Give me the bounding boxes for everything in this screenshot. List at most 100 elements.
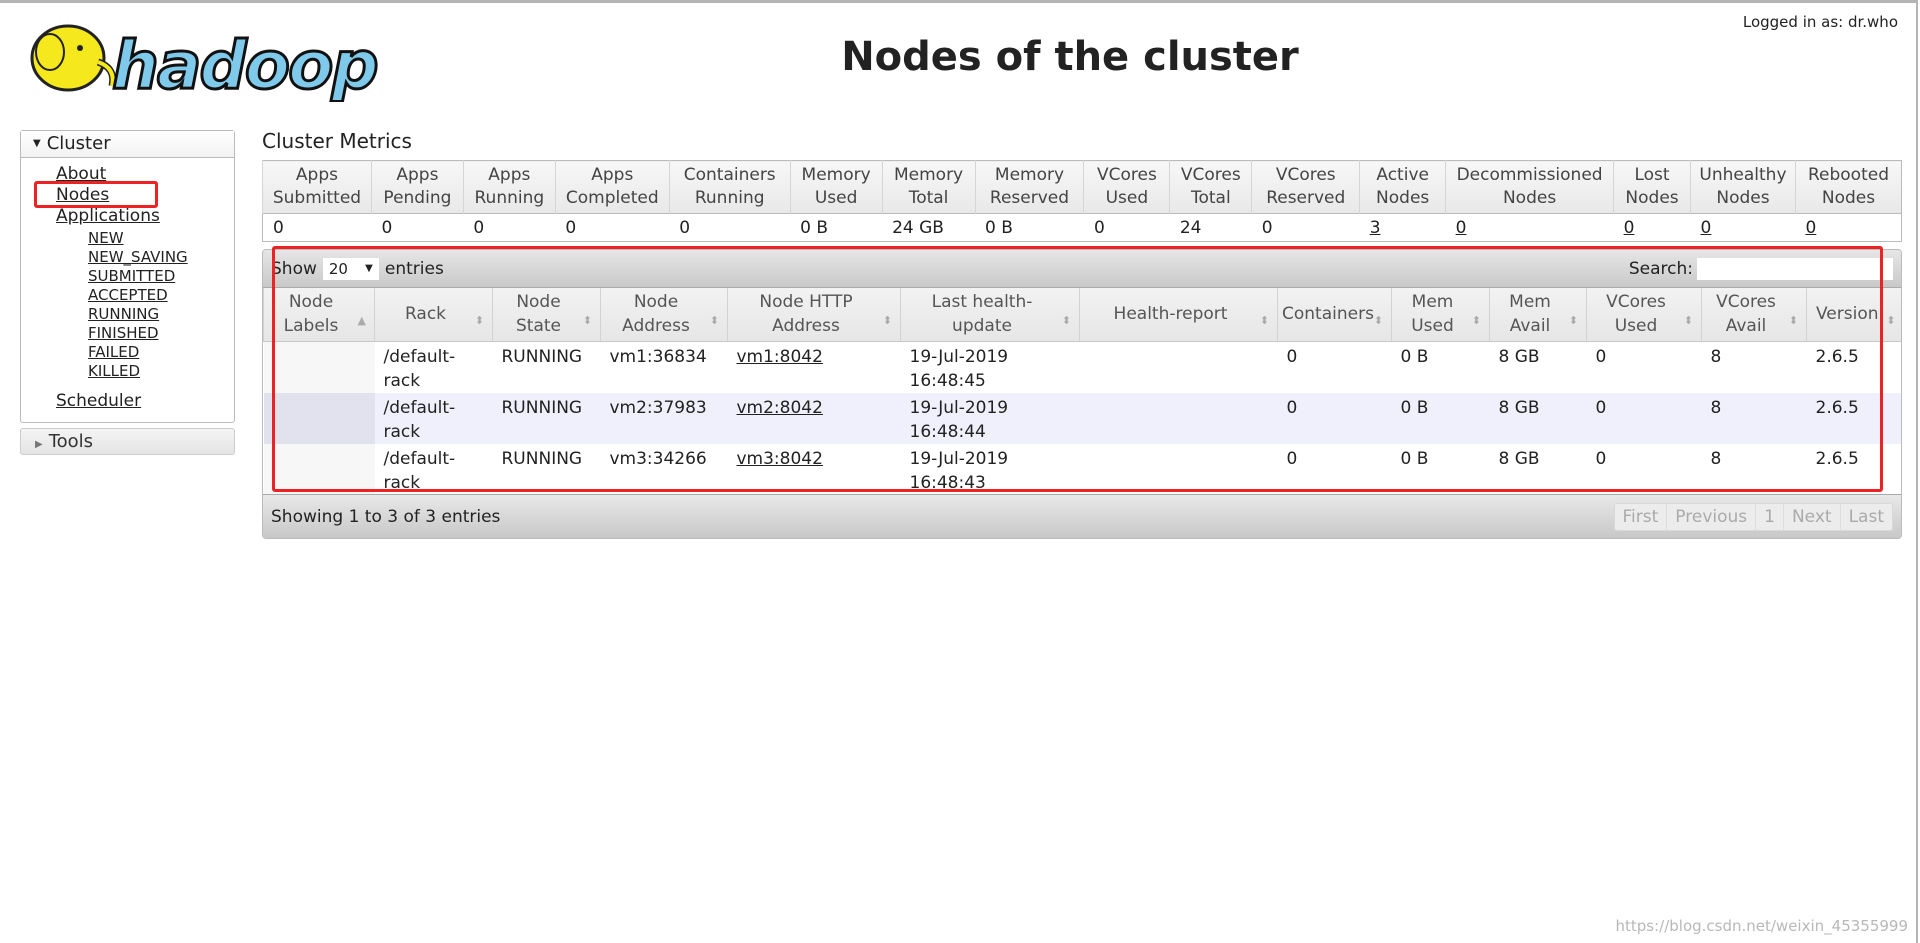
watermark: https://blog.csdn.net/weixin_45355999	[1615, 917, 1908, 935]
table-info: Showing 1 to 3 of 3 entries	[271, 506, 501, 527]
metrics-value[interactable]: 3	[1359, 213, 1446, 242]
metrics-value: 0	[262, 213, 372, 242]
sort-icon: ⬍	[1471, 313, 1481, 327]
metrics-value: 24 GB	[882, 213, 976, 242]
sort-icon: ⬍	[1683, 313, 1693, 327]
node-http-link[interactable]: vm2:8042	[737, 398, 823, 418]
logged-in-user: Logged in as: dr.who	[1742, 13, 1898, 31]
column-header[interactable]: Node HTTP Address ⬍	[727, 288, 901, 342]
column-header[interactable]: Containers ⬍	[1277, 288, 1392, 342]
metrics-row: 000000 B 24 GB 0 B 0 24 0 3 0 0 0 0	[262, 213, 1902, 242]
nav-nodes[interactable]: Nodes	[56, 185, 109, 205]
cell-address: vm2:37983	[600, 392, 728, 444]
metrics-header: Active Nodes	[1359, 160, 1446, 214]
cell-rack: /default-rack	[374, 443, 493, 495]
nav-app-new-saving[interactable]: NEW_SAVING	[88, 248, 188, 266]
pager-first[interactable]: First	[1615, 504, 1667, 530]
metrics-link[interactable]: 0	[1701, 218, 1712, 238]
nav-about[interactable]: About	[56, 164, 106, 184]
metrics-header: Apps Completed	[554, 160, 670, 214]
cell-labels	[263, 392, 375, 444]
metrics-link[interactable]: 0	[1624, 218, 1635, 238]
caret-right-icon: ▶	[35, 439, 43, 450]
column-header[interactable]: VCores Avail ⬍	[1701, 288, 1807, 342]
metrics-value[interactable]: 0	[1613, 213, 1691, 242]
table-row: /default-rack RUNNING vm2:37983 vm2:8042 19-…	[263, 392, 1901, 444]
cluster-metrics-heading: Cluster Metrics	[262, 129, 412, 153]
cell-vcores-avail: 8	[1701, 341, 1807, 393]
metrics-header: Apps Running	[462, 160, 556, 214]
metrics-header: Memory Reserved	[974, 160, 1084, 214]
cell-containers: 0	[1277, 341, 1392, 393]
column-header[interactable]: VCores Used ⬍	[1586, 288, 1702, 342]
node-http-link[interactable]: vm1:8042	[737, 347, 823, 367]
metrics-value[interactable]: 0	[1690, 213, 1796, 242]
nav-app-failed[interactable]: FAILED	[88, 343, 139, 361]
metrics-value: 0	[1083, 213, 1170, 242]
metrics-value: 0 B	[790, 213, 883, 242]
metrics-link[interactable]: 0	[1805, 218, 1816, 238]
cell-version: 2.6.5	[1806, 392, 1901, 444]
nav-app-accepted[interactable]: ACCEPTED	[88, 286, 168, 304]
nav-app-finished[interactable]: FINISHED	[88, 324, 159, 342]
column-header[interactable]: Rack ⬍	[374, 288, 493, 342]
cell-labels	[263, 443, 375, 495]
column-header[interactable]: Last health-update ⬍	[900, 288, 1080, 342]
column-header[interactable]: Version ⬍	[1806, 288, 1901, 342]
entries-label: entries	[384, 258, 444, 279]
metrics-link[interactable]: 0	[1456, 218, 1467, 238]
cell-rack: /default-rack	[374, 392, 493, 444]
column-header[interactable]: Mem Used ⬍	[1391, 288, 1490, 342]
cell-mem-used: 0 B	[1391, 341, 1490, 393]
nav-app-running[interactable]: RUNNING	[88, 305, 159, 323]
cluster-section-toggle[interactable]: ▼ Cluster	[21, 131, 234, 158]
table-toolbar: Show 20 ▼ entries Search:	[263, 250, 1901, 288]
metrics-value: 0	[669, 213, 791, 242]
tools-section-toggle[interactable]: ▶ Tools	[20, 428, 235, 455]
metrics-header: VCores Total	[1169, 160, 1252, 214]
search-input[interactable]	[1697, 257, 1893, 280]
nodes-table: Node Labels ▲ Rack ⬍ Node State ⬍ Node Address ⬍ No…	[263, 288, 1901, 495]
nav-app-killed[interactable]: KILLED	[88, 362, 140, 380]
sort-icon: ⬍	[474, 313, 484, 327]
show-label: Show	[271, 258, 317, 279]
cluster-nav: ▼ Cluster About Nodes Applications NEW NE…	[20, 130, 235, 423]
nav-scheduler[interactable]: Scheduler	[56, 391, 141, 411]
pager-last[interactable]: Last	[1839, 503, 1892, 530]
sidebar: ▼ Cluster About Nodes Applications NEW NE…	[20, 130, 235, 455]
column-header[interactable]: Mem Avail ⬍	[1489, 288, 1587, 342]
cell-http: vm2:8042	[727, 392, 901, 444]
column-header[interactable]: Health-report ⬍	[1079, 288, 1278, 342]
column-header[interactable]: Node State ⬍	[492, 288, 601, 342]
nav-app-new[interactable]: NEW	[88, 229, 124, 247]
metrics-link[interactable]: 3	[1370, 218, 1381, 238]
metrics-value[interactable]: 0	[1795, 213, 1902, 242]
dropdown-arrow-icon: ▼	[365, 263, 373, 274]
svg-text:hadoop: hadoop	[112, 27, 377, 102]
metrics-header: Decommissioned Nodes	[1445, 160, 1614, 214]
node-http-link[interactable]: vm3:8042	[737, 449, 823, 469]
cell-http: vm3:8042	[727, 443, 901, 495]
pager-page-1[interactable]: 1	[1755, 503, 1783, 530]
cell-health-update: 19-Jul-2019 16:48:44	[900, 392, 1080, 444]
cell-version: 2.6.5	[1806, 341, 1901, 393]
column-header[interactable]: Node Address ⬍	[600, 288, 728, 342]
column-header[interactable]: Node Labels ▲	[263, 288, 375, 342]
metrics-value[interactable]: 0	[1445, 213, 1614, 242]
table-row: /default-rack RUNNING vm3:34266 vm3:8042 19-…	[263, 443, 1901, 495]
cell-vcores-used: 0	[1586, 341, 1702, 393]
cluster-metrics-table: Apps Submitted Apps Pending Apps Running Apps C…	[262, 160, 1902, 242]
nav-applications[interactable]: Applications	[56, 206, 160, 226]
metrics-value: 0	[1251, 213, 1360, 242]
pager-previous[interactable]: Previous	[1666, 503, 1755, 530]
cell-labels	[263, 341, 375, 393]
cell-health-update: 19-Jul-2019 16:48:45	[900, 341, 1080, 393]
page-size-select[interactable]: 20 ▼	[322, 257, 379, 280]
nav-app-submitted[interactable]: SUBMITTED	[88, 267, 175, 285]
metrics-header: VCores Reserved	[1251, 160, 1360, 214]
cell-mem-used: 0 B	[1391, 392, 1490, 444]
cell-health-report	[1079, 443, 1278, 495]
pager-next[interactable]: Next	[1782, 503, 1840, 530]
table-footer: Showing 1 to 3 of 3 entries First Previo…	[263, 494, 1901, 538]
hadoop-logo: hadoop	[30, 24, 380, 102]
